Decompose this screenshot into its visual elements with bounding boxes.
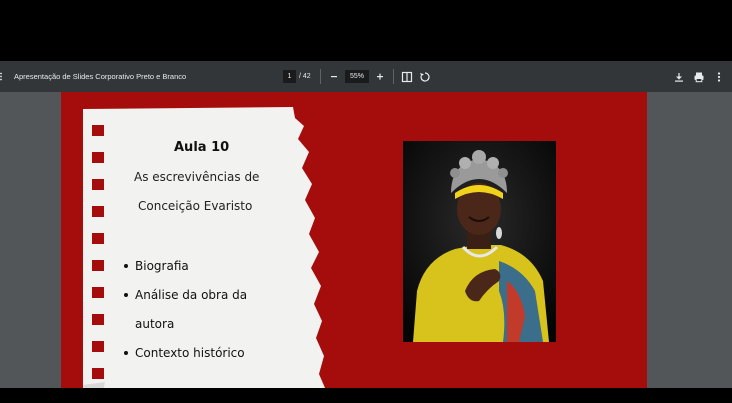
download-button[interactable] xyxy=(672,69,686,84)
print-icon xyxy=(694,72,704,82)
binder-hole xyxy=(92,287,104,298)
binder-hole xyxy=(92,179,104,190)
bullet-item: Análise da obra da xyxy=(124,288,247,302)
toolbar-divider xyxy=(320,69,321,84)
pdf-toolbar: Apresentação de Slides Corporativo Preto… xyxy=(0,61,732,92)
more-options-button[interactable] xyxy=(712,69,726,84)
bullet-continuation: autora xyxy=(135,317,174,331)
bullet-dot xyxy=(124,263,128,268)
bullet-text: Contexto histórico xyxy=(135,346,245,360)
slide-title: Aula 10 xyxy=(174,140,230,155)
binder-hole xyxy=(92,260,104,271)
plus-icon xyxy=(377,73,383,80)
slide-subtitle-line2: Conceição Evaristo xyxy=(138,199,253,213)
document-title: Apresentação de Slides Corporativo Preto… xyxy=(14,72,187,81)
fit-page-icon xyxy=(401,71,413,82)
binder-hole xyxy=(92,125,104,136)
top-letterbox xyxy=(0,0,732,61)
binder-hole xyxy=(92,368,104,379)
download-icon xyxy=(675,72,683,82)
print-button[interactable] xyxy=(692,69,706,84)
bullet-dot xyxy=(124,292,128,297)
bullet-text: Biografia xyxy=(135,259,189,273)
bullet-text: Análise da obra da xyxy=(135,288,248,302)
page-total: / 42 xyxy=(299,73,311,80)
bullet-item: Contexto histórico xyxy=(124,346,245,360)
binder-hole xyxy=(92,341,104,352)
toolbar-divider xyxy=(393,69,394,84)
more-vert-icon xyxy=(717,71,721,82)
zoom-out-button[interactable] xyxy=(328,69,340,84)
minus-icon xyxy=(331,76,337,78)
fit-page-button[interactable] xyxy=(400,69,414,84)
zoom-level-input[interactable]: 55% xyxy=(345,70,369,83)
bullet-item: Biografia xyxy=(124,259,189,273)
slide-page xyxy=(61,92,647,388)
binder-hole xyxy=(92,233,104,244)
bottom-letterbox xyxy=(0,388,732,403)
binder-hole xyxy=(92,152,104,163)
zoom-in-button[interactable] xyxy=(374,69,386,84)
portrait-photo xyxy=(403,141,556,342)
bullet-dot xyxy=(124,350,128,355)
slide-subtitle-line1: As escrevivências de xyxy=(134,170,260,184)
rotate-button[interactable] xyxy=(418,69,432,84)
rotate-icon xyxy=(420,71,430,82)
binder-hole xyxy=(92,314,104,325)
binder-hole xyxy=(92,206,104,217)
page-number-input[interactable]: 1 xyxy=(283,70,296,83)
hamburger-icon[interactable] xyxy=(0,70,4,83)
bullet-text: autora xyxy=(135,317,175,331)
